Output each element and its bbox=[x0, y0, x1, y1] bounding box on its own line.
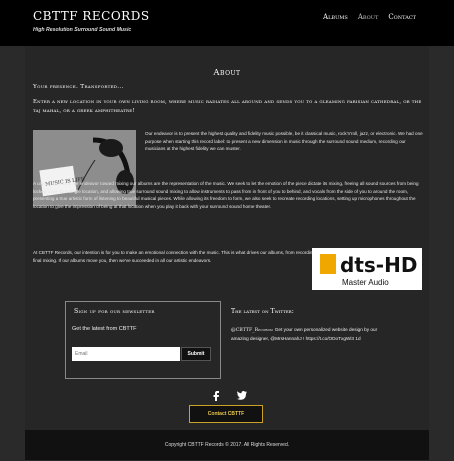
tweet-handle[interactable]: @CBTTF_Records: bbox=[231, 328, 273, 333]
newsletter-subtitle: Get the latest from CBTTF bbox=[72, 326, 137, 332]
dts-logo-text: dts-HD bbox=[340, 253, 417, 277]
twitter-title: The latest on Twitter: bbox=[231, 308, 294, 315]
about-paragraph-1: Our endeavor is to present the highest q… bbox=[145, 131, 423, 152]
dts-logo-sub: Master Audio bbox=[342, 278, 389, 287]
facebook-icon[interactable] bbox=[210, 386, 222, 401]
brand-title: CBTTF RECORDS bbox=[33, 9, 150, 23]
main-nav: Albums About Contact bbox=[323, 13, 416, 21]
newsletter-box: Sign up for our newsletter Get the lates… bbox=[65, 301, 221, 379]
tweet: @CBTTF_Records: Get your own personalize… bbox=[231, 326, 387, 343]
submit-button[interactable]: Submit bbox=[181, 347, 211, 361]
intro-text: Enter a new location in your own living … bbox=[33, 99, 422, 114]
twitter-icon[interactable] bbox=[236, 386, 248, 400]
nav-contact[interactable]: Contact bbox=[388, 13, 416, 21]
nav-albums[interactable]: Albums bbox=[323, 13, 348, 21]
nav-about[interactable]: About bbox=[358, 13, 378, 21]
tagline: Your presence. Transported... bbox=[33, 84, 124, 90]
newsletter-title: Sign up for our newsletter bbox=[74, 308, 155, 315]
footer: Copyright CBTTF Records © 2017. All Righ… bbox=[25, 430, 429, 460]
about-paragraph-3: At CBTTF Records, our intention is for y… bbox=[33, 250, 321, 263]
header: CBTTF RECORDS High Resolution Surround S… bbox=[0, 0, 454, 46]
dts-hd-logo: dts-HD Master Audio bbox=[312, 248, 422, 290]
about-paragraph-2: A unique approach we endeavor toward mix… bbox=[33, 181, 419, 209]
main-content: About Your presence. Transported... Ente… bbox=[25, 46, 429, 460]
brand[interactable]: CBTTF RECORDS High Resolution Surround S… bbox=[33, 9, 150, 33]
about-title: About bbox=[213, 68, 241, 78]
brand-subtitle: High Resolution Surround Sound Music bbox=[33, 27, 132, 33]
social-links bbox=[210, 386, 248, 401]
contact-button[interactable]: Contact CBTTF bbox=[189, 405, 263, 423]
email-field[interactable] bbox=[72, 347, 180, 361]
